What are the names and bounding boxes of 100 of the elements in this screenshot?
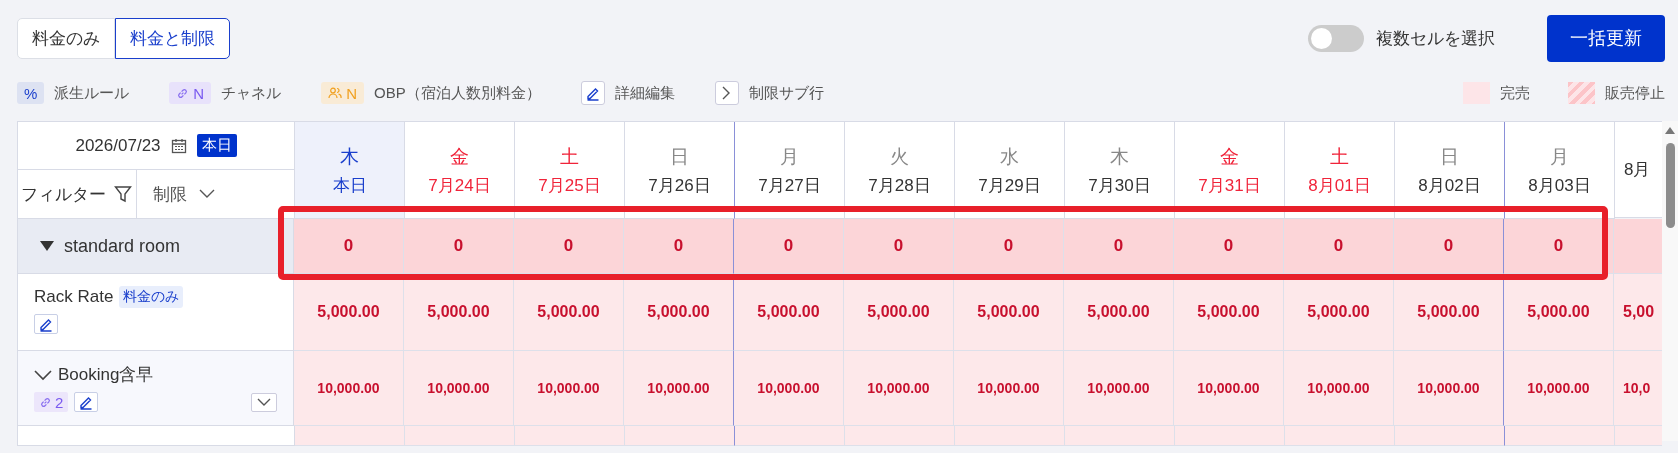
rate-tag: 料金のみ xyxy=(119,286,184,308)
table-cell[interactable]: 10,000.00 xyxy=(1503,351,1614,426)
rate-name: Rack Rate xyxy=(34,287,114,307)
weekday-label: 水 xyxy=(1000,144,1019,169)
table-cell[interactable] xyxy=(1614,219,1662,274)
table-cell[interactable]: 0 xyxy=(733,219,844,274)
derived-badge: % xyxy=(17,82,45,104)
scroll-up-icon[interactable] xyxy=(1665,127,1675,134)
table-cell[interactable] xyxy=(515,426,625,446)
table-cell[interactable]: 5,00 xyxy=(1614,274,1662,351)
table-cell[interactable] xyxy=(1395,426,1505,446)
chevron-right-icon xyxy=(714,81,739,105)
table-cell[interactable]: 0 xyxy=(954,219,1064,274)
date-label: 7月26日 xyxy=(648,174,711,197)
weekday-label: 土 xyxy=(560,144,579,169)
date-label: 7月24日 xyxy=(428,174,491,197)
table-cell[interactable]: 0 xyxy=(844,219,954,274)
table-cell[interactable]: 10,0 xyxy=(1614,351,1662,426)
date-label: 2026/07/23 xyxy=(75,135,161,156)
today-button[interactable]: 本日 xyxy=(196,134,237,157)
date-label: 8月 xyxy=(1624,159,1651,181)
channel-badge[interactable]: 2 xyxy=(34,392,69,412)
table-cell[interactable] xyxy=(955,426,1065,446)
view-tab[interactable]: 料金と制限 xyxy=(115,17,230,59)
table-cell[interactable] xyxy=(845,426,955,446)
link-icon xyxy=(39,395,52,409)
date-label: 7月31日 xyxy=(1198,174,1261,197)
bulk-update-button[interactable]: 一括更新 xyxy=(1547,14,1665,62)
table-cell[interactable]: 0 xyxy=(294,219,404,274)
table-cell[interactable]: 10,000.00 xyxy=(514,351,624,426)
room-name: standard room xyxy=(64,235,181,257)
table-cell[interactable]: 0 xyxy=(1174,219,1284,274)
table-cell[interactable]: 10,000.00 xyxy=(624,351,734,426)
date-label: 7月30日 xyxy=(1088,174,1151,197)
legend-label: OBP（宿泊人数別料金） xyxy=(374,83,541,103)
table-cell[interactable]: 0 xyxy=(404,219,514,274)
pencil-icon xyxy=(580,81,605,105)
date-label: 8月02日 xyxy=(1418,174,1481,197)
people-icon xyxy=(328,87,343,99)
table-cell[interactable]: 0 xyxy=(1284,219,1394,274)
table-cell[interactable]: 10,000.00 xyxy=(844,351,954,426)
date-label: 8月01日 xyxy=(1308,174,1371,197)
rate-name: Booking含早 xyxy=(58,364,154,386)
table-cell[interactable] xyxy=(1504,426,1615,446)
dropdown-button[interactable] xyxy=(251,392,277,412)
scrollbar-thumb[interactable] xyxy=(1666,143,1675,228)
date-label: 7月28日 xyxy=(868,174,931,197)
edit-button[interactable] xyxy=(34,314,58,334)
date-label: 8月03日 xyxy=(1528,174,1591,197)
restriction-dropdown[interactable]: 制限 xyxy=(137,170,231,218)
table-cell[interactable]: 10,000.00 xyxy=(733,351,844,426)
caret-down-icon[interactable] xyxy=(40,240,54,252)
table-cell[interactable]: 5,000.00 xyxy=(1503,274,1614,351)
table-cell[interactable]: 0 xyxy=(1503,219,1614,274)
date-label: 7月29日 xyxy=(978,174,1041,197)
legend-label: 派生ルール xyxy=(54,83,130,103)
table-cell[interactable]: 10,000.00 xyxy=(1394,351,1504,426)
weekday-label: 日 xyxy=(670,144,689,169)
filter-button[interactable]: フィルター xyxy=(18,170,137,218)
view-tab[interactable]: 料金のみ xyxy=(17,17,115,59)
table-cell[interactable]: 10,000.00 xyxy=(1064,351,1174,426)
weekday-label: 木 xyxy=(340,144,359,169)
table-cell[interactable]: 10,000.00 xyxy=(294,351,404,426)
table-cell[interactable] xyxy=(1615,426,1662,446)
table-cell[interactable]: 10,000.00 xyxy=(404,351,514,426)
weekday-label: 月 xyxy=(780,144,799,169)
legend-label: 制限サブ行 xyxy=(748,83,824,103)
table-cell[interactable]: 0 xyxy=(1394,219,1504,274)
toggle-switch[interactable] xyxy=(1308,24,1364,52)
obp-badge: N xyxy=(321,82,365,104)
link-icon xyxy=(176,86,190,100)
table-cell[interactable]: 0 xyxy=(624,219,734,274)
scrollbar[interactable] xyxy=(1662,121,1678,441)
weekday-label: 日 xyxy=(1440,144,1459,169)
pencil-icon xyxy=(38,316,54,332)
weekday-label: 月 xyxy=(1550,144,1569,169)
table-cell[interactable]: 0 xyxy=(514,219,624,274)
pencil-icon xyxy=(78,394,95,410)
date-label: 7月25日 xyxy=(538,174,601,197)
table-cell[interactable]: 10,000.00 xyxy=(1284,351,1394,426)
table-cell[interactable] xyxy=(1285,426,1395,446)
chevron-down-icon[interactable] xyxy=(34,368,52,381)
table-cell[interactable]: 10,000.00 xyxy=(954,351,1064,426)
table-cell[interactable]: 10,000.00 xyxy=(1174,351,1284,426)
weekday-label: 金 xyxy=(450,144,469,169)
weekday-label: 火 xyxy=(890,144,909,169)
table-cell[interactable] xyxy=(1065,426,1175,446)
weekday-label: 土 xyxy=(1330,144,1349,169)
weekday-label: 木 xyxy=(1110,144,1129,169)
date-label: 7月27日 xyxy=(758,174,821,197)
filter-icon xyxy=(114,185,132,203)
table-cell[interactable] xyxy=(1175,426,1285,446)
legend-label: 販売停止 xyxy=(1605,83,1665,103)
table-cell[interactable] xyxy=(405,426,515,446)
table-cell[interactable] xyxy=(625,426,735,446)
table-cell[interactable] xyxy=(734,426,845,446)
table-cell[interactable] xyxy=(295,426,405,446)
table-cell[interactable]: 0 xyxy=(1064,219,1174,274)
edit-button[interactable] xyxy=(74,392,99,412)
calendar-icon[interactable] xyxy=(170,137,187,154)
